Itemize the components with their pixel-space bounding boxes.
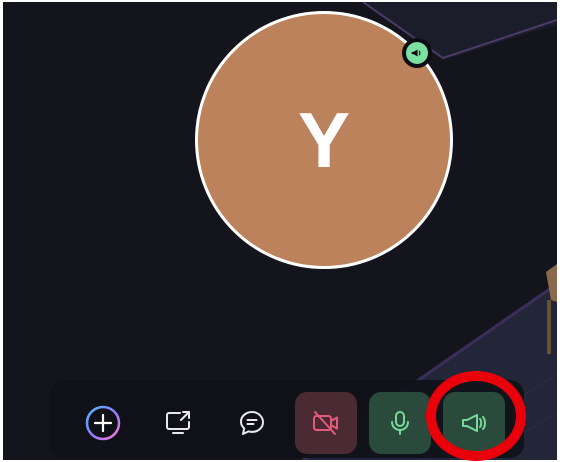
megaphone-icon [411,49,421,57]
microphone-icon [391,411,409,435]
share-screen-button[interactable] [147,392,209,454]
screen-share-icon [166,411,190,434]
camera-toggle-button[interactable] [295,392,357,454]
add-button[interactable] [72,392,134,454]
megaphone-toggle-button[interactable] [443,392,505,454]
chat-icon [240,411,264,435]
avatar-initial: Y [297,96,351,184]
camera-off-icon [313,411,338,435]
stool-leg [547,300,551,354]
megaphone-icon [462,414,486,432]
speaking-indicator [402,38,432,68]
screenshot-stage: Y [0,0,574,462]
microphone-toggle-button[interactable] [369,392,431,454]
plus-icon [85,405,121,441]
chat-button[interactable] [221,392,283,454]
speaking-indicator-fill [406,42,428,64]
